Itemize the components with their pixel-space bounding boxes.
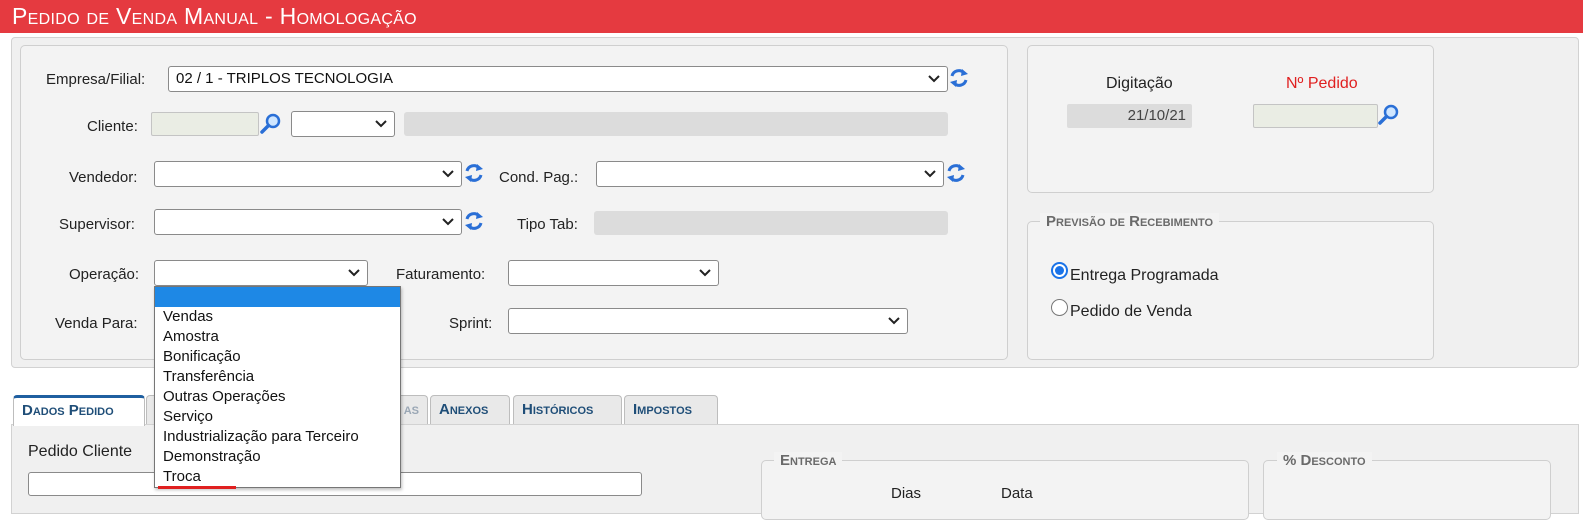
desconto-panel	[1263, 460, 1551, 520]
empresa-value: 02 / 1 - TRIPLOS TECNOLOGIA	[176, 70, 394, 87]
vendedor-label: Vendedor:	[69, 169, 138, 186]
tab-hidden-label: as	[403, 401, 419, 418]
operacao-option-outras[interactable]: Outras Operações	[155, 387, 400, 407]
cliente-label: Cliente:	[87, 118, 138, 135]
chevron-down-icon	[927, 67, 941, 91]
entrega-legend: Entrega	[774, 452, 843, 469]
chevron-down-icon	[923, 162, 937, 186]
operacao-dropdown: Vendas Amostra Bonificação Transferência…	[154, 286, 401, 488]
pedido-venda-radio[interactable]	[1051, 299, 1068, 316]
operacao-option-vendas[interactable]: Vendas	[155, 307, 400, 327]
cliente-type-select[interactable]	[291, 111, 395, 137]
desconto-legend: % Desconto	[1277, 452, 1372, 469]
pedido-input[interactable]	[1253, 104, 1378, 128]
supervisor-select[interactable]	[154, 209, 462, 235]
previsao-legend: Previsão de Recebimento	[1040, 213, 1220, 230]
sprint-select[interactable]	[508, 308, 908, 334]
page-title: Pedido de Venda Manual - Homologação	[0, 0, 1583, 33]
faturamento-label: Faturamento:	[396, 266, 486, 283]
chevron-down-icon	[698, 261, 712, 285]
supervisor-label: Supervisor:	[59, 216, 135, 233]
empresa-select[interactable]: 02 / 1 - TRIPLOS TECNOLOGIA	[168, 66, 948, 92]
cond-pag-label: Cond. Pag.:	[499, 169, 579, 186]
chevron-down-icon	[347, 261, 361, 285]
previsao-panel	[1027, 221, 1434, 360]
venda-para-label: Venda Para:	[55, 315, 138, 332]
operacao-option-amostra[interactable]: Amostra	[155, 327, 400, 347]
tab-anexos[interactable]: Anexos	[430, 395, 510, 425]
troca-highlight-underline	[158, 486, 236, 489]
operacao-option-empty[interactable]	[155, 287, 400, 307]
operacao-option-servico[interactable]: Serviço	[155, 407, 400, 427]
tipo-tab-field	[594, 211, 948, 235]
tab-impostos[interactable]: Impostos	[624, 395, 718, 425]
data-label: Data	[1001, 485, 1033, 502]
chevron-down-icon	[887, 309, 901, 333]
cliente-code-input[interactable]	[151, 112, 259, 136]
vendedor-select[interactable]	[154, 161, 462, 187]
faturamento-select[interactable]	[508, 260, 719, 286]
search-icon[interactable]	[259, 112, 283, 136]
chevron-down-icon	[374, 112, 388, 136]
cond-pag-select[interactable]	[596, 161, 944, 187]
operacao-option-bonificacao[interactable]: Bonificação	[155, 347, 400, 367]
operacao-label: Operação:	[69, 266, 140, 283]
operacao-option-industrializacao[interactable]: Industrialização para Terceiro	[155, 427, 400, 447]
entrega-programada-radio[interactable]	[1051, 262, 1068, 279]
digitacao-field: 21/10/21	[1067, 104, 1192, 128]
chevron-down-icon	[441, 210, 455, 234]
operacao-option-troca[interactable]: Troca	[155, 467, 400, 487]
search-icon[interactable]	[1377, 103, 1401, 127]
digitacao-label: Digitação	[1106, 75, 1173, 92]
entrega-programada-label: Entrega Programada	[1070, 267, 1219, 284]
empresa-label: Empresa/Filial:	[46, 71, 146, 88]
refresh-icon[interactable]	[464, 210, 484, 232]
cliente-name-field	[404, 112, 948, 136]
pedido-cliente-label: Pedido Cliente	[28, 443, 133, 460]
refresh-icon[interactable]	[949, 67, 969, 89]
operacao-option-transferencia[interactable]: Transferência	[155, 367, 400, 387]
dias-label: Dias	[891, 485, 922, 502]
tab-dados-pedido[interactable]: Dados Pedido	[13, 395, 145, 426]
refresh-icon[interactable]	[464, 162, 484, 184]
tipo-tab-label: Tipo Tab:	[517, 216, 578, 233]
tab-historicos[interactable]: Históricos	[513, 395, 622, 425]
pedido-label: Nº Pedido	[1286, 75, 1358, 92]
operacao-option-demonstracao[interactable]: Demonstração	[155, 447, 400, 467]
pedido-venda-label: Pedido de Venda	[1070, 303, 1192, 320]
refresh-icon[interactable]	[946, 162, 966, 184]
sprint-label: Sprint:	[449, 315, 493, 332]
operacao-select[interactable]	[154, 260, 368, 286]
chevron-down-icon	[441, 162, 455, 186]
